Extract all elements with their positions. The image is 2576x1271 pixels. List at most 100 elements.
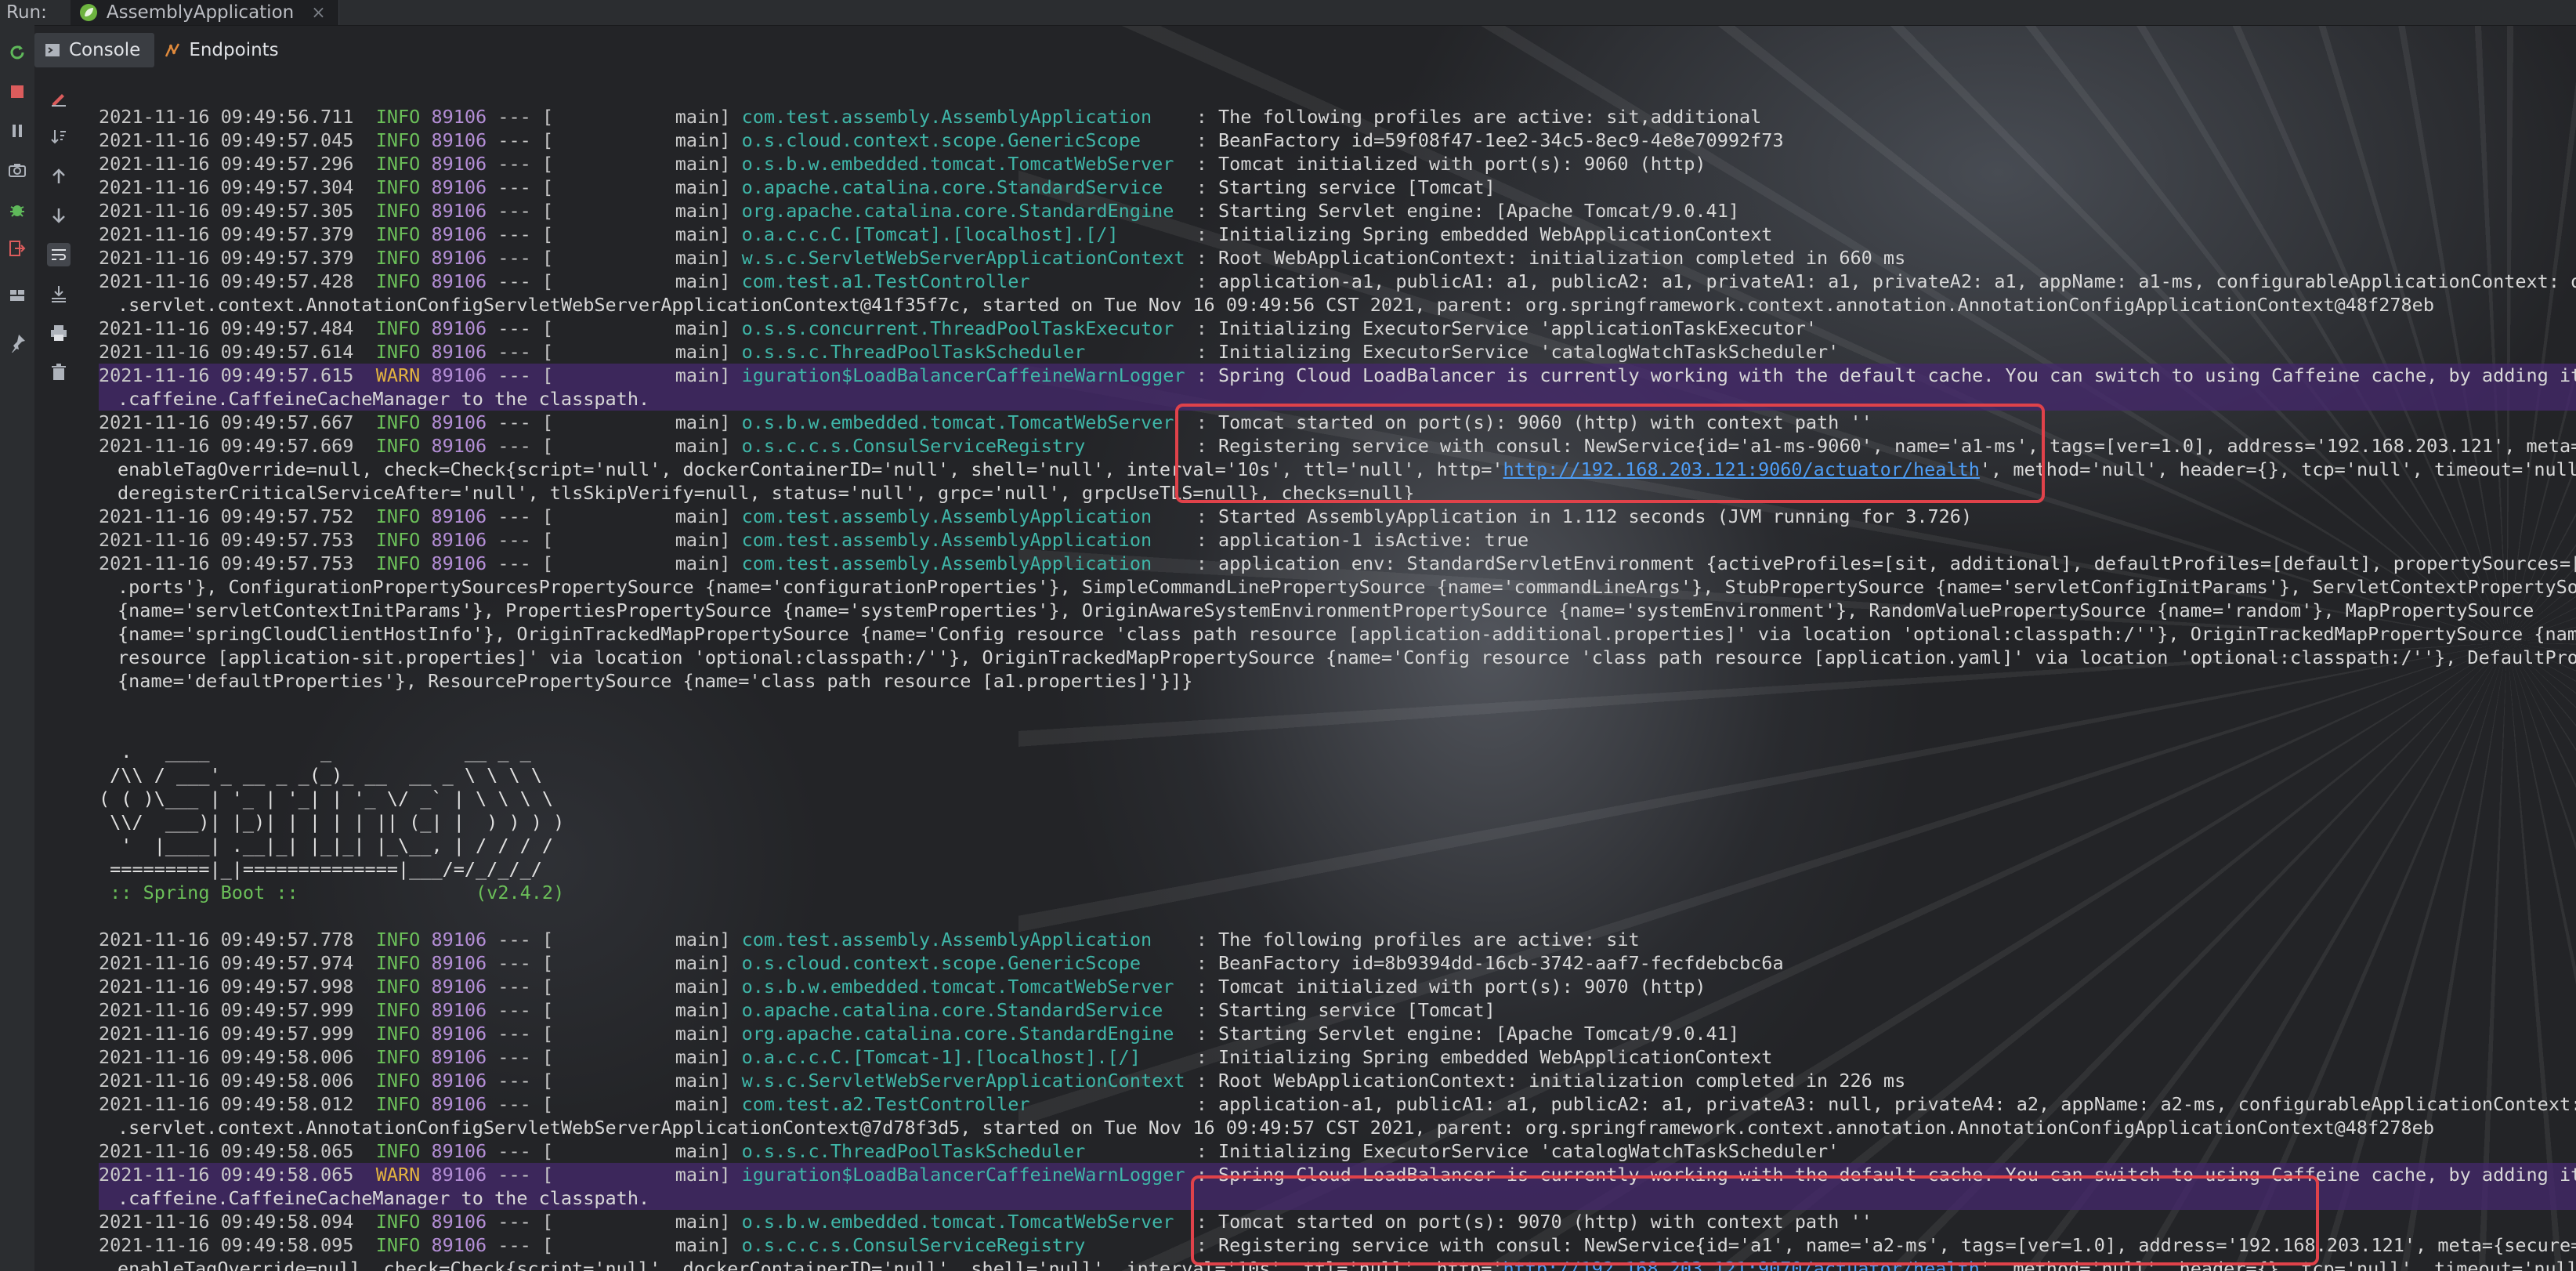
tab-endpoints[interactable]: Endpoints (154, 33, 292, 67)
log-pid: 89106 (431, 364, 487, 386)
log-thread: main (553, 529, 720, 551)
log-continuation: {name='defaultProperties'}, ResourceProp… (99, 669, 2576, 693)
log-thread: main (553, 1046, 720, 1068)
rerun-icon[interactable] (5, 41, 29, 64)
close-tab-icon[interactable]: × (311, 3, 325, 23)
log-logger: com.test.assembly.AssemblyApplication (741, 106, 1185, 128)
log-thread: main (553, 247, 720, 269)
log-pid: 89106 (431, 999, 487, 1021)
console-tab-bar: Console Endpoints (34, 28, 2576, 72)
trash-icon[interactable] (47, 360, 71, 384)
log-timestamp: 2021-11-16 09:49:57.998 (99, 976, 354, 998)
log-message: Starting Servlet engine: [Apache Tomcat/… (1218, 1023, 1739, 1045)
log-level: INFO (375, 1093, 421, 1115)
log-line: 2021-11-16 09:49:57.753 INFO 89106 --- [… (99, 552, 2576, 575)
banner-line: . ____ _ __ _ _ (99, 741, 531, 762)
down-arrow-icon[interactable] (47, 204, 71, 227)
log-level: INFO (375, 552, 421, 574)
log-pid: 89106 (431, 176, 487, 198)
banner-line: \\/ ___)| |_)| | | | | || (_| | ) ) ) ) (99, 811, 565, 833)
soft-wrap-icon[interactable] (47, 243, 71, 266)
sort-down-icon[interactable] (47, 125, 71, 149)
print-icon[interactable] (47, 321, 71, 345)
run-tab-assembly-application[interactable]: AssemblyApplication × (70, 0, 339, 25)
log-thread: main (553, 435, 720, 457)
log-message: application-1 isActive: true (1218, 529, 1529, 551)
console-output[interactable]: 2021-11-16 09:49:56.711 INFO 89106 --- [… (99, 105, 2576, 1271)
log-continuation-text: {name='springCloudClientHostInfo'}, Orig… (118, 623, 2576, 645)
layout-icon[interactable] (5, 284, 29, 307)
log-line: 2021-11-16 09:49:58.006 INFO 89106 --- [… (99, 1046, 1773, 1068)
log-timestamp: 2021-11-16 09:49:57.615 (99, 364, 354, 386)
log-timestamp: 2021-11-16 09:49:57.974 (99, 952, 354, 974)
camera-icon[interactable] (5, 158, 29, 182)
scroll-end-icon[interactable] (47, 282, 71, 306)
log-message: application env: StandardServletEnvironm… (1218, 552, 2576, 574)
log-timestamp: 2021-11-16 09:49:57.669 (99, 435, 354, 457)
log-line: 2021-11-16 09:49:58.006 INFO 89106 --- [… (99, 1070, 1906, 1092)
log-line: 2021-11-16 09:49:57.296 INFO 89106 --- [… (99, 153, 1706, 175)
pause-icon[interactable] (5, 119, 29, 143)
log-pid: 89106 (431, 223, 487, 245)
log-logger: org.apache.catalina.core.StandardEngine (741, 200, 1185, 222)
log-thread: main (553, 1070, 720, 1092)
log-logger: o.s.b.w.embedded.tomcat.TomcatWebServer (741, 976, 1185, 998)
log-timestamp: 2021-11-16 09:49:57.484 (99, 317, 354, 339)
run-side-toolbar (0, 25, 34, 1271)
log-message: application-a1, publicA1: a1, publicA2: … (1218, 1093, 2576, 1115)
log-level: INFO (375, 129, 421, 151)
log-pid: 89106 (431, 106, 487, 128)
log-timestamp: 2021-11-16 09:49:57.752 (99, 505, 354, 527)
log-continuation-text: {name='servletContextInitParams'}, Prope… (118, 599, 2534, 621)
highlight-box-9070 (1191, 1175, 2319, 1266)
log-logger: o.s.b.w.embedded.tomcat.TomcatWebServer (741, 411, 1185, 433)
log-message: Initializing ExecutorService 'catalogWat… (1218, 1140, 1840, 1162)
log-level: INFO (375, 1070, 421, 1092)
log-timestamp: 2021-11-16 09:49:57.045 (99, 129, 354, 151)
log-message: BeanFactory id=59f08f47-1ee2-34c5-8ec9-4… (1218, 129, 1784, 151)
log-timestamp: 2021-11-16 09:49:58.095 (99, 1234, 354, 1256)
log-line: 2021-11-16 09:49:57.998 INFO 89106 --- [… (99, 976, 1706, 998)
log-line: 2021-11-16 09:49:57.999 INFO 89106 --- [… (99, 999, 1496, 1021)
stop-icon[interactable] (5, 80, 29, 103)
pin-icon[interactable] (5, 331, 29, 354)
clear-pen-icon[interactable] (47, 86, 71, 110)
log-logger: o.s.s.c.ThreadPoolTaskScheduler (741, 341, 1185, 363)
log-level: INFO (375, 317, 421, 339)
debug-bug-icon[interactable] (5, 197, 29, 221)
log-continuation-text: .ports'}, ConfigurationPropertySourcesPr… (118, 576, 2576, 598)
log-level: INFO (375, 435, 421, 457)
log-line: 2021-11-16 09:49:57.753 INFO 89106 --- [… (99, 529, 1529, 551)
log-message: The following profiles are active: sit (1218, 929, 1640, 951)
tab-console-label: Console (69, 40, 141, 60)
log-message: Initializing Spring embedded WebApplicat… (1218, 1046, 1773, 1068)
log-timestamp: 2021-11-16 09:49:57.778 (99, 929, 354, 951)
exit-icon[interactable] (5, 237, 29, 260)
log-level: INFO (375, 200, 421, 222)
log-timestamp: 2021-11-16 09:49:56.711 (99, 106, 354, 128)
log-logger: com.test.assembly.AssemblyApplication (741, 552, 1185, 574)
tab-console[interactable]: Console (34, 33, 155, 67)
log-timestamp: 2021-11-16 09:49:57.305 (99, 200, 354, 222)
log-thread: main (553, 505, 720, 527)
log-line: 2021-11-16 09:49:57.752 INFO 89106 --- [… (99, 505, 1973, 527)
log-timestamp: 2021-11-16 09:49:58.065 (99, 1164, 354, 1186)
log-level: INFO (375, 505, 421, 527)
log-pid: 89106 (431, 317, 487, 339)
log-logger: com.test.assembly.AssemblyApplication (741, 529, 1185, 551)
up-arrow-icon[interactable] (47, 165, 71, 188)
log-line: 2021-11-16 09:49:58.012 INFO 89106 --- [… (99, 1092, 2576, 1116)
log-line: 2021-11-16 09:49:56.711 INFO 89106 --- [… (99, 106, 1762, 128)
log-level: INFO (375, 270, 421, 292)
log-pid: 89106 (431, 247, 487, 269)
log-message: Started AssemblyApplication in 1.112 sec… (1218, 505, 1973, 527)
log-pid: 89106 (431, 341, 487, 363)
log-pid: 89106 (431, 1046, 487, 1068)
log-level: INFO (375, 1046, 421, 1068)
log-pid: 89106 (431, 505, 487, 527)
log-timestamp: 2021-11-16 09:49:57.296 (99, 153, 354, 175)
log-logger: w.s.c.ServletWebServerApplicationContext (741, 1070, 1185, 1092)
log-thread: main (553, 200, 720, 222)
run-tab-title: AssemblyApplication (106, 2, 295, 23)
banner-line: =========|_|==============|___/=/_/_/_/ (99, 858, 542, 880)
